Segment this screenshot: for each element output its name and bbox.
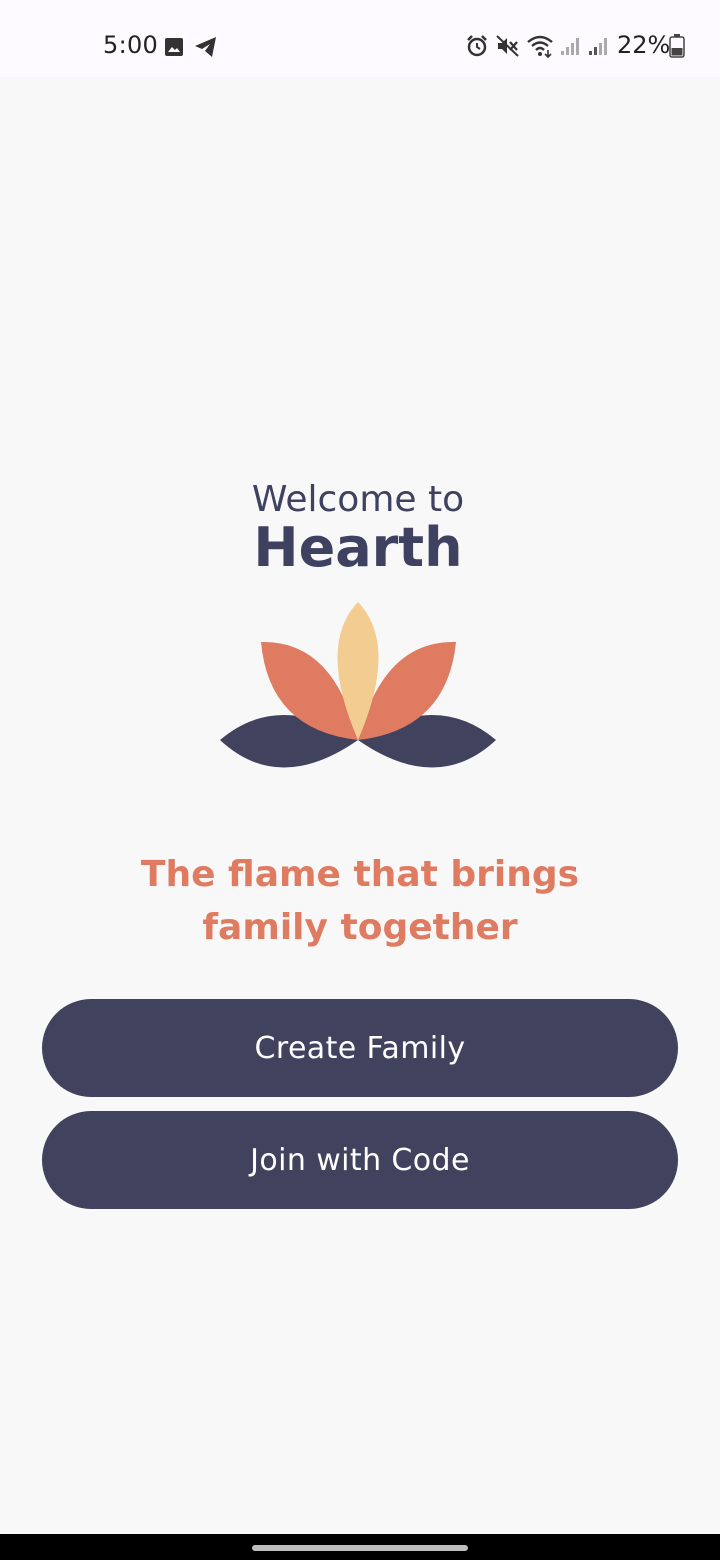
signal-icon [561,38,579,55]
home-indicator[interactable] [252,1545,468,1551]
tagline-line-2: family together [202,907,518,948]
tagline-line-1: The flame that brings [140,854,580,895]
alarm-icon [467,35,487,57]
signal-icon [589,38,607,55]
app-name: Hearth [253,516,463,579]
battery-icon [669,34,685,58]
image-icon [165,38,183,56]
lotus-flame-logo [220,602,496,768]
battery-percent: 22% [617,31,671,59]
mute-icon [496,35,519,57]
telegram-icon [195,37,216,57]
tagline: The flame that brings family together [0,848,720,954]
navigation-bar [0,1534,720,1560]
join-with-code-button[interactable]: Join with Code [42,1111,678,1209]
create-family-button[interactable]: Create Family [42,999,678,1097]
status-time: 5:00 [103,31,159,59]
status-bar: 5:00 22% [0,0,720,77]
wifi-icon [527,35,553,58]
